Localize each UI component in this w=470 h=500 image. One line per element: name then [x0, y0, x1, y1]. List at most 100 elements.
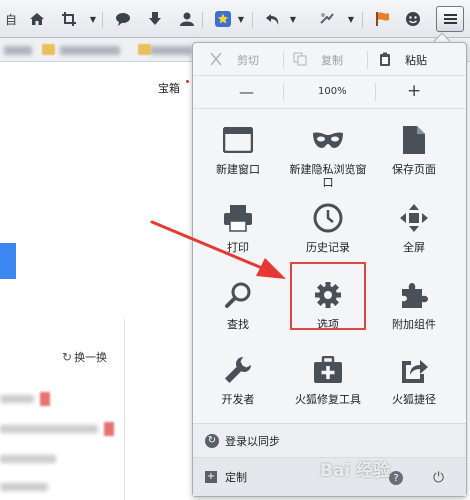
magnifier-icon [221, 278, 255, 312]
blurred-list-item[interactable] [0, 425, 98, 433]
blurred-bookmark[interactable] [60, 46, 120, 55]
menu-item-new-window[interactable]: 新建窗口 [195, 113, 281, 197]
download-icon[interactable] [144, 8, 166, 30]
home-icon[interactable] [26, 8, 48, 30]
menu-item-label: 开发者 [221, 393, 255, 406]
shortcut-icon [397, 353, 431, 387]
page-icon [397, 123, 431, 157]
menu-item-find[interactable]: 查找 [195, 268, 281, 352]
blurred-bookmark[interactable] [150, 46, 192, 55]
menu-item-label: 附加组件 [392, 318, 436, 331]
undo-icon[interactable] [262, 8, 284, 30]
edit-controls-row: 剪切 复制 粘贴 [193, 43, 466, 76]
tool-dropdown-icon[interactable]: ▼ [346, 10, 356, 28]
folder-icon [138, 44, 151, 55]
chat-icon[interactable] [112, 8, 134, 30]
notification-dot [186, 80, 189, 83]
zoom-controls-row: — 100% + [193, 76, 466, 109]
sync-label: 登录以同步 [225, 434, 280, 448]
blurred-list-item[interactable] [0, 395, 34, 403]
menu-item-print[interactable]: 打印 [195, 191, 281, 275]
copy-button[interactable]: 复制 [293, 52, 343, 68]
zoom-divider [283, 83, 284, 101]
menu-item-label: 火狐修复工具 [295, 393, 361, 406]
menu-item-label: 历史记录 [306, 241, 350, 254]
menu-item-label: 新建隐私浏览窗口 [289, 163, 367, 189]
menu-item-fullscreen[interactable]: 全屏 [371, 191, 457, 275]
fullscreen-icon [397, 201, 431, 235]
sync-icon: ↻ [205, 433, 219, 448]
folder-icon [42, 44, 55, 55]
firefox-menu-panel: 剪切 复制 粘贴 — 100% + 新建窗口 新建隐私浏览窗口 保存页面 打印 … [192, 42, 467, 497]
toolbar-divider [362, 12, 363, 28]
menu-item-label: 保存页面 [392, 163, 436, 176]
menu-item-developer[interactable]: 开发者 [195, 343, 281, 427]
mask-icon [311, 123, 345, 157]
screenshot-tool-icon[interactable] [316, 8, 338, 30]
hot-badge [40, 392, 50, 406]
options-highlight-box [290, 262, 366, 330]
menu-item-save-page[interactable]: 保存页面 [371, 113, 457, 197]
menu-item-label: 火狐捷径 [392, 393, 436, 406]
toolbar-divider [202, 12, 203, 28]
clock-icon [311, 201, 345, 235]
hot-badge [104, 422, 114, 436]
menu-item-private-window[interactable]: 新建隐私浏览窗口 [285, 113, 371, 197]
open-menu-button[interactable] [436, 6, 464, 32]
menu-item-label: 打印 [227, 241, 249, 254]
blurred-list-item[interactable] [0, 455, 56, 463]
scissors-icon [209, 52, 223, 69]
edit-divider [367, 51, 368, 69]
blurred-bookmark[interactable] [4, 46, 32, 55]
user-icon[interactable] [176, 8, 198, 30]
refresh-icon: ↻ [62, 350, 73, 364]
blurred-list-item[interactable] [0, 483, 48, 491]
hamburger-icon [443, 12, 457, 26]
watermark: Bai 经验 [320, 461, 391, 481]
screenshot-root: 自 ▼ ▼ ▼ ▼ 宝箱 ↻ 换一换 剪切 复制 粘贴 — 100% + 新建窗… [0, 0, 470, 500]
menu-item-shortcut[interactable]: 火狐捷径 [371, 343, 457, 427]
zoom-in-button[interactable]: + [407, 81, 421, 101]
power-icon[interactable]: ⏻ [433, 470, 444, 486]
menu-item-addons[interactable]: 附加组件 [371, 268, 457, 352]
clipboard-icon [379, 52, 391, 69]
column-divider [124, 319, 125, 500]
toolkit-icon [311, 353, 345, 387]
sync-row[interactable]: ↻ 登录以同步 [193, 423, 466, 457]
toolbar-divider [102, 12, 103, 28]
zoom-divider [375, 83, 376, 101]
crop-icon[interactable] [58, 8, 80, 30]
smiley-icon[interactable] [402, 8, 424, 30]
copy-icon [293, 52, 307, 69]
cut-button[interactable]: 剪切 [209, 52, 259, 68]
undo-dropdown-icon[interactable]: ▼ [288, 10, 298, 28]
toolbar-fragment-text: 自 [4, 12, 17, 27]
zoom-out-button[interactable]: — [239, 83, 254, 101]
window-icon [221, 123, 255, 157]
wrench-icon [221, 353, 255, 387]
paste-button[interactable]: 粘贴 [379, 52, 427, 68]
puzzle-icon [397, 278, 431, 312]
search-button-fragment[interactable] [0, 243, 16, 279]
page-header-link[interactable]: 宝箱 [158, 80, 180, 96]
refresh-link[interactable]: ↻ 换一换 [62, 349, 107, 365]
flag-icon[interactable] [372, 8, 394, 30]
help-icon[interactable]: ? [389, 471, 403, 485]
plus-icon: + [205, 471, 217, 483]
cut-label: 剪切 [237, 54, 259, 67]
menu-item-label: 全屏 [403, 241, 425, 254]
customize-button[interactable]: 定制 [225, 469, 247, 485]
printer-icon [221, 201, 255, 235]
toolbar-divider [252, 12, 253, 28]
browser-toolbar: 自 ▼ ▼ ▼ ▼ [0, 0, 470, 38]
paste-label: 粘贴 [405, 54, 427, 67]
copy-label: 复制 [321, 54, 343, 67]
edit-divider [283, 51, 284, 69]
bookmark-dropdown-icon[interactable]: ▼ [236, 10, 246, 28]
menu-item-label: 查找 [227, 318, 249, 331]
menu-item-label: 新建窗口 [216, 163, 260, 176]
zoom-level-button[interactable]: 100% [318, 86, 347, 97]
menu-item-repair-tool[interactable]: 火狐修复工具 [285, 343, 371, 427]
bookmark-star-icon[interactable] [212, 8, 234, 30]
crop-dropdown-icon[interactable]: ▼ [88, 10, 98, 28]
